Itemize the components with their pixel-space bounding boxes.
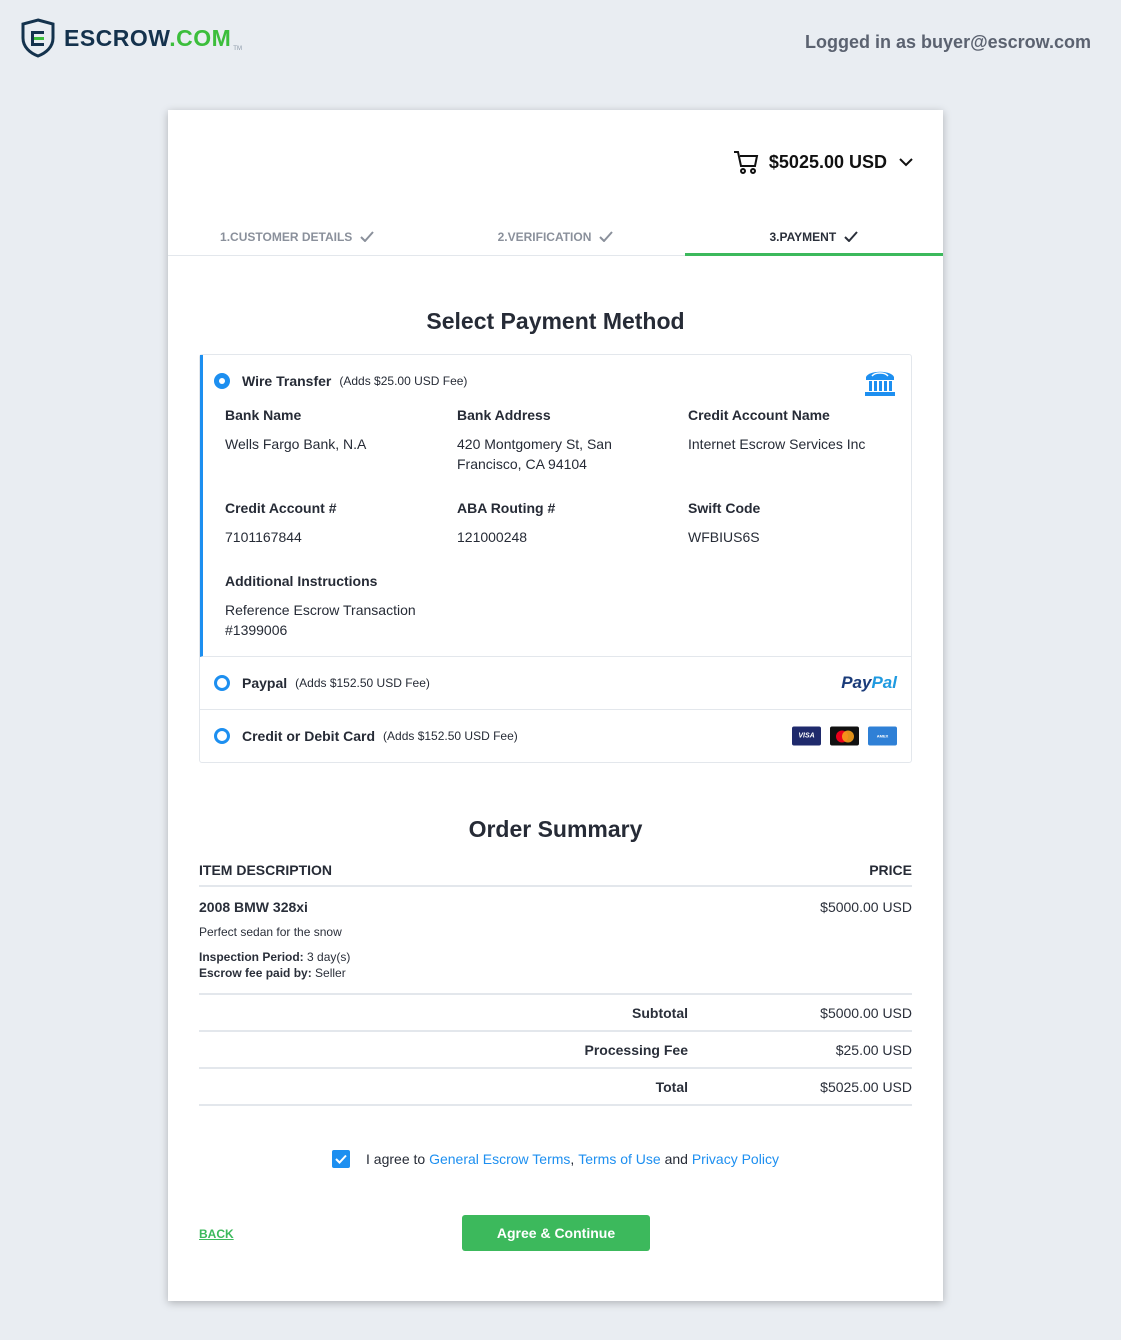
paypal-radio[interactable] bbox=[214, 675, 230, 691]
wire-field-bank-name: Bank Name Wells Fargo Bank, N.A bbox=[225, 407, 367, 452]
agree-checkbox[interactable] bbox=[332, 1150, 351, 1168]
column-price: PRICE bbox=[869, 862, 912, 878]
wire-radio[interactable] bbox=[214, 373, 230, 389]
payment-option-name: Paypal bbox=[242, 675, 288, 691]
payment-option-name: Credit or Debit Card bbox=[242, 728, 376, 744]
terms-agreement: I agree to General Escrow Terms, Terms o… bbox=[168, 1150, 943, 1168]
amex-icon: AMEX bbox=[868, 726, 897, 746]
wire-field-aba-routing: ABA Routing # 121000248 bbox=[457, 500, 556, 545]
bank-icon bbox=[865, 371, 895, 396]
agree-continue-button[interactable]: Agree & Continue bbox=[462, 1215, 650, 1251]
wire-field-additional-instructions: Additional Instructions Reference Escrow… bbox=[225, 573, 416, 638]
wire-field-credit-account-name: Credit Account Name Internet Escrow Serv… bbox=[688, 407, 866, 452]
general-escrow-terms-link[interactable]: General Escrow Terms bbox=[429, 1151, 570, 1167]
check-icon bbox=[599, 231, 614, 242]
payment-option-fee: (Adds $25.00 USD Fee) bbox=[339, 374, 468, 388]
table-row: 2008 BMW 328xi Perfect sedan for the sno… bbox=[199, 887, 912, 995]
column-item-description: ITEM DESCRIPTION bbox=[199, 862, 333, 878]
payment-option-wire[interactable]: Wire Transfer (Adds $25.00 USD Fee) Bank… bbox=[200, 355, 911, 657]
payment-option-card[interactable]: Credit or Debit Card (Adds $152.50 USD F… bbox=[200, 710, 911, 762]
cart-icon bbox=[733, 151, 759, 174]
wire-details: Bank Name Wells Fargo Bank, N.A Bank Add… bbox=[203, 407, 911, 656]
back-link[interactable]: BACK bbox=[199, 1227, 234, 1241]
item-inspection-period: Inspection Period: 3 day(s) bbox=[199, 950, 351, 964]
payment-option-name: Wire Transfer bbox=[242, 373, 332, 389]
logo-wordmark: ESCROW.COM bbox=[64, 24, 232, 51]
step-verification[interactable]: 2.VERIFICATION bbox=[426, 218, 684, 255]
item-price: $5000.00 USD bbox=[820, 899, 912, 915]
subtotal-row: Subtotal $5000.00 USD bbox=[199, 995, 912, 1032]
payment-method-title: Select Payment Method bbox=[426, 308, 685, 334]
escrow-logo[interactable]: ESCROW.COM TM bbox=[20, 18, 242, 58]
payment-option-paypal[interactable]: Paypal (Adds $152.50 USD Fee) PayPal bbox=[200, 657, 911, 710]
logged-in-user: Logged in as buyer@escrow.com bbox=[805, 32, 1091, 52]
check-icon bbox=[844, 231, 858, 242]
checkout-card: $5025.00 USD 1.CUSTOMER DETAILS 2.VERIFI… bbox=[168, 110, 944, 1301]
payment-method-list: Wire Transfer (Adds $25.00 USD Fee) Bank… bbox=[199, 354, 912, 763]
item-escrow-fee-payer: Escrow fee paid by: Seller bbox=[199, 966, 346, 980]
privacy-policy-link[interactable]: Privacy Policy bbox=[692, 1151, 779, 1167]
item-description: Perfect sedan for the snow bbox=[199, 925, 342, 939]
shield-logo-icon bbox=[21, 18, 55, 58]
wire-field-credit-account-number: Credit Account # 7101167844 bbox=[225, 500, 337, 545]
order-summary-title: Order Summary bbox=[468, 816, 643, 842]
payment-option-fee: (Adds $152.50 USD Fee) bbox=[383, 729, 518, 743]
visa-icon: VISA bbox=[792, 726, 821, 746]
step-customer-details[interactable]: 1.CUSTOMER DETAILS bbox=[168, 218, 426, 255]
total-row: Total $5025.00 USD bbox=[199, 1069, 912, 1106]
mastercard-icon bbox=[830, 726, 859, 746]
cart-amount: $5025.00 USD bbox=[768, 151, 887, 172]
paypal-logo-icon: PayPal bbox=[841, 673, 897, 692]
wire-field-swift-code: Swift Code WFBIUS6S bbox=[688, 500, 761, 545]
chevron-down-icon bbox=[899, 158, 913, 167]
trademark-mark: TM bbox=[233, 46, 242, 52]
processing-fee-row: Processing Fee $25.00 USD bbox=[199, 1032, 912, 1069]
table-header: ITEM DESCRIPTION PRICE bbox=[199, 855, 912, 887]
cart-summary-toggle[interactable]: $5025.00 USD bbox=[733, 150, 913, 174]
wire-field-bank-address: Bank Address 420 Montgomery St, San Fran… bbox=[457, 407, 612, 472]
terms-of-use-link[interactable]: Terms of Use bbox=[578, 1151, 660, 1167]
check-icon bbox=[360, 231, 375, 242]
item-title: 2008 BMW 328xi bbox=[199, 899, 308, 915]
step-payment[interactable]: 3.PAYMENT bbox=[684, 218, 944, 256]
check-icon bbox=[335, 1154, 347, 1164]
payment-option-fee: (Adds $152.50 USD Fee) bbox=[295, 676, 430, 690]
card-radio[interactable] bbox=[214, 728, 230, 744]
order-summary-table: ITEM DESCRIPTION PRICE 2008 BMW 328xi Pe… bbox=[199, 855, 912, 1106]
progress-steps: 1.CUSTOMER DETAILS 2.VERIFICATION 3.PAYM… bbox=[168, 218, 944, 256]
